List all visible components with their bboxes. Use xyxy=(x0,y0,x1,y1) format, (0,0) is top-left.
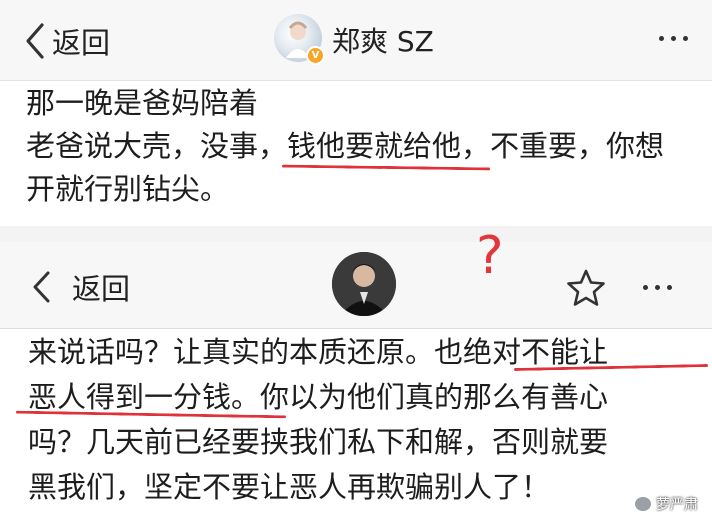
screenshot-separator xyxy=(0,226,712,242)
more-dot xyxy=(659,36,664,41)
bottom-post-panel: 返回 来说话吗？让真实的本质还原。也绝对不能让 恶人得到一分钱。你以为他们真的那… xyxy=(0,242,712,524)
post-text-line: 黑我们，坚定不要让恶人再欺骗别人了！ xyxy=(28,470,551,504)
red-question-mark: ? xyxy=(476,226,504,286)
post-text-line: 吗？几天前已经要挟我们私下和解，否则就要 xyxy=(28,425,609,459)
more-dot xyxy=(683,36,688,41)
post-text-line: 老爸说大壳，没事，钱他要就给他，不重要，你想 xyxy=(26,129,665,163)
watermark: 萝严肃 xyxy=(635,494,698,514)
watermark-text: 萝严肃 xyxy=(656,497,698,513)
more-dot xyxy=(655,285,660,290)
chevron-left-icon xyxy=(33,271,50,303)
avatar-image xyxy=(332,252,396,316)
top-post-panel: 返回 V 郑爽 SZ 那一晚是爸妈陪着 老爸说大壳，没事，钱他要就给他，不重要，… xyxy=(0,0,712,226)
username[interactable]: 郑爽 SZ xyxy=(332,20,434,60)
more-options-button[interactable] xyxy=(643,285,672,290)
back-button[interactable]: 返回 xyxy=(30,266,130,308)
post-text-line: 那一晚是爸妈陪着 xyxy=(26,86,259,120)
post-text-line: 来说话吗？让真实的本质还原。也绝对不能让 xyxy=(28,335,609,369)
top-nav-bar: 返回 V 郑爽 SZ xyxy=(0,0,712,81)
wechat-icon xyxy=(635,497,651,511)
more-options-button[interactable] xyxy=(659,36,688,41)
back-button[interactable]: 返回 xyxy=(24,20,110,62)
bottom-nav-bar: 返回 xyxy=(0,242,712,329)
back-label: 返回 xyxy=(72,272,131,306)
favorite-button[interactable] xyxy=(566,268,606,310)
post-text-line: 开就行别钻尖。 xyxy=(26,172,230,206)
chevron-left-icon xyxy=(26,23,44,59)
verified-badge-icon: V xyxy=(306,46,325,65)
avatar[interactable] xyxy=(332,252,396,316)
more-dot xyxy=(671,36,676,41)
more-dot xyxy=(643,285,648,290)
star-icon xyxy=(567,269,605,306)
more-dot xyxy=(667,285,672,290)
back-label: 返回 xyxy=(52,26,111,60)
